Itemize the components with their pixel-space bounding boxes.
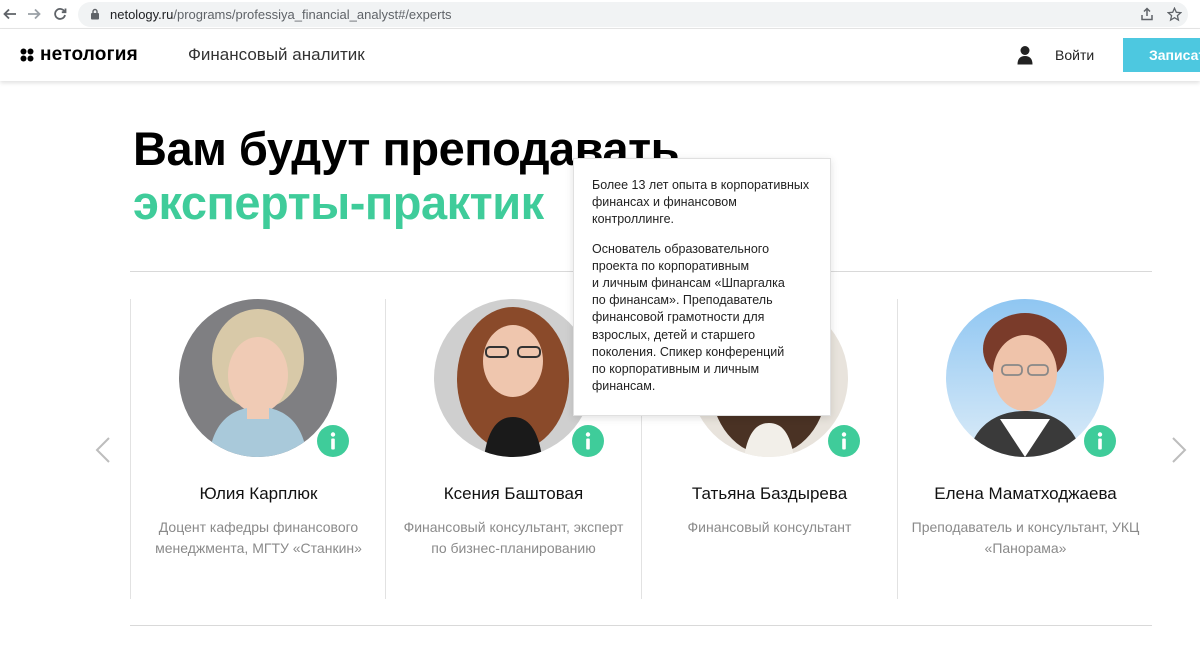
bookmark-button[interactable] bbox=[1165, 5, 1183, 23]
chevron-right-icon[interactable] bbox=[1170, 436, 1188, 464]
share-button[interactable] bbox=[1138, 5, 1156, 23]
expert-name: Татьяна Баздырева bbox=[691, 484, 848, 503]
tooltip-paragraph: Основатель образовательного проекта по к… bbox=[592, 241, 785, 394]
expert-bio-tooltip: Более 13 лет опыта в корпоративных финан… bbox=[573, 158, 831, 416]
forward-button[interactable] bbox=[24, 4, 44, 24]
expert-name: Елена Маматходжаева bbox=[934, 484, 1117, 503]
browser-toolbar: netology.ru/programs/professiya_financia… bbox=[0, 0, 1200, 29]
expert-description: Финансовый консультант, эксперт по бизне… bbox=[403, 519, 624, 556]
expert-name: Юлия Карплюк bbox=[199, 484, 318, 503]
reload-button[interactable] bbox=[50, 4, 70, 24]
course-name: Финансовый аналитик bbox=[188, 45, 365, 64]
avatar bbox=[946, 299, 1104, 457]
star-icon bbox=[1166, 6, 1182, 21]
logo[interactable]: нетология bbox=[20, 44, 138, 66]
url-text: netology.ru/programs/professiya_financia… bbox=[110, 7, 452, 22]
expert-card: Юлия Карплюк Доцент кафедры финансового … bbox=[131, 299, 386, 599]
lock-icon bbox=[91, 8, 99, 20]
back-button[interactable] bbox=[0, 4, 20, 24]
info-icon[interactable] bbox=[828, 425, 860, 457]
logo-mark-icon bbox=[20, 48, 34, 62]
expert-description: Финансовый консультант bbox=[687, 519, 852, 535]
avatar bbox=[179, 299, 337, 457]
divider-bottom bbox=[130, 625, 1152, 626]
chevron-left-icon[interactable] bbox=[94, 436, 112, 464]
logo-text: нетология bbox=[40, 44, 138, 65]
share-icon bbox=[1141, 7, 1153, 21]
site-header: нетология Финансовый аналитик Войти Запи… bbox=[0, 29, 1200, 81]
expert-description: Доцент кафедры финансового менеджмента, … bbox=[155, 519, 362, 556]
expert-card: Елена Маматходжаева Преподаватель и конс… bbox=[898, 299, 1153, 599]
user-icon[interactable] bbox=[1016, 45, 1034, 65]
address-bar[interactable]: netology.ru/programs/professiya_financia… bbox=[78, 2, 1188, 27]
arrow-left-icon bbox=[3, 8, 16, 20]
url-path: /programs/professiya_financial_analyst#/… bbox=[173, 7, 452, 22]
info-icon[interactable] bbox=[317, 425, 349, 457]
signup-button[interactable]: Записат bbox=[1123, 38, 1200, 72]
expert-name: Ксения Баштовая bbox=[443, 484, 584, 503]
info-icon[interactable] bbox=[572, 425, 604, 457]
expert-description: Преподаватель и консультант, УКЦ «Панора… bbox=[911, 519, 1140, 556]
login-link[interactable]: Войти bbox=[1055, 47, 1094, 63]
info-icon[interactable] bbox=[1084, 425, 1116, 457]
reload-icon bbox=[54, 8, 67, 20]
tooltip-paragraph: Более 13 лет опыта в корпоративных финан… bbox=[592, 178, 810, 227]
arrow-right-icon bbox=[28, 8, 41, 20]
avatar bbox=[434, 299, 592, 457]
url-host: netology.ru bbox=[110, 7, 174, 22]
